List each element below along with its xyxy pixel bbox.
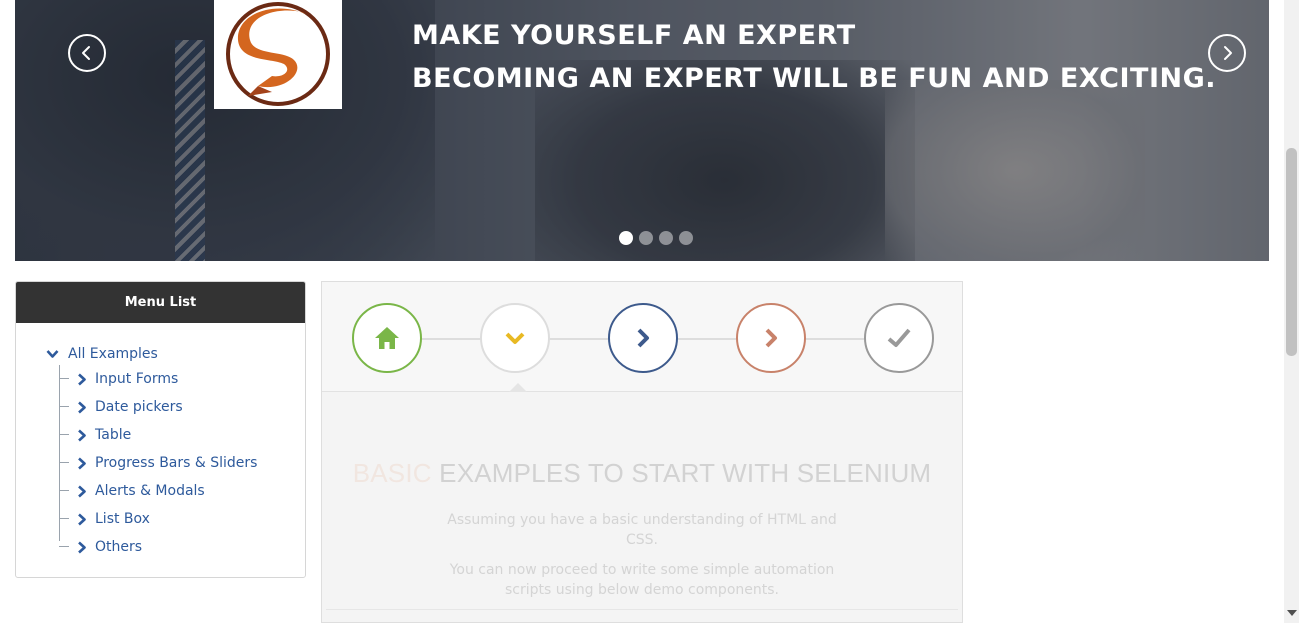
tree-connector [59, 406, 69, 407]
chevron-right-icon [1224, 46, 1232, 60]
tree-item-date-pickers[interactable]: Date pickers [59, 393, 305, 421]
tree-item-label: Input Forms [95, 371, 179, 387]
tree-connector [59, 378, 69, 379]
tree-item-all-examples[interactable]: All Examples [46, 343, 305, 365]
wizard-heading-highlight: BASIC [352, 458, 432, 488]
chevron-down-icon [505, 332, 525, 344]
chevron-right-icon [637, 328, 649, 348]
wizard-paragraph: You can now proceed to write some simple… [449, 562, 835, 598]
wizard-step-finish[interactable] [864, 303, 934, 373]
hero-carousel: MAKE YOURSELF AN EXPERT BECOMING AN EXPE… [15, 0, 1269, 261]
tree-item-label: List Box [95, 511, 150, 527]
wizard-panel: BASIC EXAMPLES TO START WITH SELENIUM As… [321, 281, 963, 623]
page: MAKE YOURSELF AN EXPERT BECOMING AN EXPE… [0, 0, 1299, 623]
tree-item-list-box[interactable]: List Box [59, 505, 305, 533]
chevron-right-icon [78, 457, 86, 469]
chevron-right-icon [78, 429, 86, 441]
tree-connector [59, 462, 69, 463]
carousel-next-button[interactable] [1208, 34, 1246, 72]
carousel-prev-button[interactable] [68, 34, 106, 72]
tree-item-alerts-modals[interactable]: Alerts & Modals [59, 477, 305, 505]
active-step-caret [509, 383, 527, 392]
tree-children: Input Forms Date pickers Table Progress … [59, 365, 305, 561]
tree-connector [59, 546, 69, 547]
chevron-right-icon [78, 373, 86, 385]
tree-item-label: Others [95, 539, 143, 555]
tree-item-input-forms[interactable]: Input Forms [59, 365, 305, 393]
tree-item-label: Alerts & Modals [95, 483, 205, 499]
wizard-step-2[interactable] [480, 303, 550, 373]
scroll-down-arrow-icon[interactable] [1287, 610, 1297, 616]
wizard-heading-rest: EXAMPLES TO START WITH SELENIUM [439, 458, 932, 488]
hero-caption-line2: BECOMING AN EXPERT WILL BE FUN AND EXCIT… [412, 63, 1217, 94]
wizard-step-4[interactable] [736, 303, 806, 373]
carousel-indicator[interactable] [679, 231, 693, 245]
wizard-divider [326, 609, 958, 610]
carousel-indicator[interactable] [639, 231, 653, 245]
hero-caption: MAKE YOURSELF AN EXPERT BECOMING AN EXPE… [412, 14, 1216, 100]
tree-item-progress-bars-sliders[interactable]: Progress Bars & Sliders [59, 449, 305, 477]
chevron-down-icon [46, 350, 59, 358]
wizard-steps [322, 282, 962, 392]
menu-tree: All Examples Input Forms Date pickers Ta… [16, 323, 305, 561]
chevron-left-icon [82, 46, 90, 60]
tree-connector [59, 490, 69, 491]
site-logo[interactable] [214, 0, 342, 109]
chevron-right-icon [78, 513, 86, 525]
carousel-indicators [619, 231, 693, 245]
menu-list-panel: Menu List All Examples Input Forms Date … [15, 281, 306, 578]
tree-item-label: Progress Bars & Sliders [95, 455, 258, 471]
chevron-right-icon [765, 328, 777, 348]
scrollbar-thumb[interactable] [1286, 148, 1297, 356]
chevron-right-icon [78, 485, 86, 497]
chevron-right-icon [78, 541, 86, 553]
wizard-paragraph: Assuming you have a basic understanding … [447, 512, 837, 548]
s-logo-icon [226, 2, 330, 106]
tree-item-label: All Examples [68, 346, 158, 362]
tree-item-table[interactable]: Table [59, 421, 305, 449]
tree-connector [59, 518, 69, 519]
tree-connector [59, 434, 69, 435]
carousel-indicator[interactable] [659, 231, 673, 245]
check-icon [887, 328, 911, 347]
wizard-step-home[interactable] [352, 303, 422, 373]
chevron-right-icon [78, 401, 86, 413]
hero-caption-line1: MAKE YOURSELF AN EXPERT [412, 20, 856, 51]
tree-item-others[interactable]: Others [59, 533, 305, 561]
home-icon [375, 327, 399, 349]
wizard-heading: BASIC EXAMPLES TO START WITH SELENIUM [322, 458, 962, 489]
tree-item-label: Table [95, 427, 132, 443]
carousel-indicator[interactable] [619, 231, 633, 245]
tree-item-label: Date pickers [95, 399, 183, 415]
wizard-step-3[interactable] [608, 303, 678, 373]
menu-list-title: Menu List [16, 282, 305, 323]
